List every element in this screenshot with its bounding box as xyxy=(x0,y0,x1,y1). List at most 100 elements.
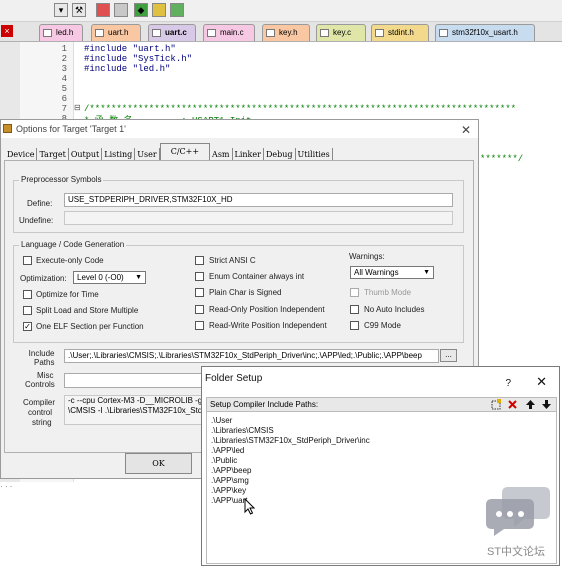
tab-main-c[interactable]: main.c xyxy=(203,24,255,41)
help-icon[interactable]: ? xyxy=(505,372,511,396)
tab-label: uart.c xyxy=(165,28,187,37)
enum-int-checkbox[interactable] xyxy=(195,272,204,281)
options-tab-strip: Device Target Output Listing User C/C++ Asm Lin… xyxy=(5,143,333,161)
tab-uart-h[interactable]: uart.h xyxy=(91,24,141,41)
tab-label: uart.h xyxy=(108,28,129,37)
code-line[interactable]: #include "SysTick.h" xyxy=(84,54,192,64)
tab-label: stdint.h xyxy=(388,28,414,37)
list-item[interactable]: .\Libraries\STM32F10x_StdPeriph_Driver\i… xyxy=(211,436,370,445)
optimization-select[interactable]: Level 0 (-O0) ▼ xyxy=(73,271,146,284)
close-tab-icon[interactable]: × xyxy=(1,25,13,37)
thumb-mode-label: Thumb Mode xyxy=(364,288,412,297)
tab-label: stm32f10x_usart.h xyxy=(452,28,518,37)
plain-char-checkbox[interactable] xyxy=(195,288,204,297)
line-number: 2 xyxy=(61,54,67,64)
fold-marker-icon[interactable]: ⊟ xyxy=(74,103,81,112)
new-folder-icon[interactable] xyxy=(491,399,502,410)
strict-ansi-checkbox[interactable] xyxy=(195,256,204,265)
execute-only-label: Execute-only Code xyxy=(36,256,104,265)
tab-key-c[interactable]: key.c xyxy=(316,24,366,41)
diamond-icon[interactable]: ◆ xyxy=(134,3,148,17)
compiler-label-line: Compiler xyxy=(23,398,56,407)
rw-position-checkbox[interactable] xyxy=(195,321,204,330)
include-paths-header-label: Setup Compiler Include Paths: xyxy=(210,400,319,409)
tab-led-h[interactable]: led.h xyxy=(39,24,83,41)
close-icon[interactable]: ✕ xyxy=(536,370,547,394)
thumb-mode-checkbox[interactable] xyxy=(350,288,359,297)
preprocessor-group: Preprocessor Symbols Define: USE_STDPERI… xyxy=(13,175,464,233)
tab-key-h[interactable]: key.h xyxy=(262,24,310,41)
language-group: Language / Code Generation Execute-only … xyxy=(13,240,464,343)
load-icon[interactable] xyxy=(96,3,110,17)
list-item[interactable]: .\APP\key xyxy=(211,486,246,495)
ro-position-checkbox[interactable] xyxy=(195,305,204,314)
list-item[interactable]: .\APP\beep xyxy=(211,466,251,475)
pack-installer-icon[interactable] xyxy=(170,3,184,17)
preprocessor-group-label: Preprocessor Symbols xyxy=(19,175,104,184)
delete-icon[interactable] xyxy=(507,399,518,410)
language-group-label: Language / Code Generation xyxy=(19,240,127,249)
one-elf-checkbox[interactable]: ✓ xyxy=(23,322,32,331)
rw-position-label: Read-Write Position Independent xyxy=(209,321,327,330)
tab-stdint-h[interactable]: stdint.h xyxy=(371,24,429,41)
file-tabs: × led.h uart.h uart.c main.c key.h key.c… xyxy=(0,22,562,42)
no-auto-includes-checkbox[interactable] xyxy=(350,305,359,314)
define-input[interactable]: USE_STDPERIPH_DRIVER,STM32F10X_HD xyxy=(64,193,453,207)
execute-only-checkbox[interactable] xyxy=(23,256,32,265)
line-number: 1 xyxy=(61,44,67,54)
line-number: 5 xyxy=(61,84,67,94)
watermark-text: ST中文论坛 xyxy=(487,546,546,558)
file-icon xyxy=(207,29,216,37)
tab-uart-c[interactable]: uart.c xyxy=(148,24,196,41)
strict-ansi-label: Strict ANSI C xyxy=(209,256,256,265)
manage-icon[interactable] xyxy=(152,3,166,17)
misc-controls-input[interactable] xyxy=(64,373,204,388)
list-item[interactable]: .\APP\led xyxy=(211,446,244,455)
undefine-input[interactable] xyxy=(64,211,453,225)
define-label: Define: xyxy=(27,199,53,208)
toolbar: ▾ ⚒ ◆ xyxy=(0,0,562,22)
warnings-value: All Warnings xyxy=(354,268,399,277)
dropdown-icon[interactable]: ▾ xyxy=(54,3,68,17)
folder-setup-title: Folder Setup xyxy=(205,373,263,384)
enum-int-label: Enum Container always int xyxy=(209,272,305,281)
no-auto-includes-label: No Auto Includes xyxy=(364,305,425,314)
list-item[interactable]: .\User xyxy=(211,416,232,425)
plain-char-label: Plain Char is Signed xyxy=(209,288,282,297)
include-label-line: Paths xyxy=(34,358,55,367)
tab-c-cpp[interactable]: C/C++ xyxy=(159,143,211,160)
list-item[interactable]: .\APP\smg xyxy=(211,476,249,485)
split-load-checkbox[interactable] xyxy=(23,306,32,315)
optimize-time-label: Optimize for Time xyxy=(36,290,99,299)
one-elf-label: One ELF Section per Function xyxy=(36,322,144,331)
options-dialog-title: Options for Target 'Target 1' xyxy=(16,124,126,134)
misc-controls-label: Misc Controls xyxy=(25,371,55,389)
misc-label-line: Controls xyxy=(25,380,55,389)
line-number: 7 xyxy=(61,104,67,114)
warnings-select[interactable]: All Warnings ▼ xyxy=(350,266,434,279)
c99-mode-checkbox[interactable] xyxy=(350,321,359,330)
ro-position-label: Read-Only Position Independent xyxy=(209,305,325,314)
optimize-time-checkbox[interactable] xyxy=(23,290,32,299)
include-paths-header: Setup Compiler Include Paths: xyxy=(206,397,557,412)
compiler-control-string: -c --cpu Cortex-M3 -D__MICROLIB -g \CMSI… xyxy=(64,395,204,425)
stack-icon[interactable] xyxy=(114,3,128,17)
ok-button[interactable]: OK xyxy=(125,453,192,474)
list-item[interactable]: .\APP\uart xyxy=(211,496,247,505)
magic-wand-icon[interactable]: ⚒ xyxy=(72,3,86,17)
status-dots: · · · xyxy=(0,482,13,491)
list-item[interactable]: .\Public xyxy=(211,456,237,465)
undefine-label: Undefine: xyxy=(19,216,54,225)
code-line[interactable]: #include "uart.h" xyxy=(84,44,176,54)
tab-label: main.c xyxy=(220,28,244,37)
close-icon[interactable]: ✕ xyxy=(461,121,471,139)
list-item[interactable]: .\Libraries\CMSIS xyxy=(211,426,274,435)
tab-stm32f10x-usart-h[interactable]: stm32f10x_usart.h xyxy=(435,24,535,41)
misc-label-line: Misc xyxy=(37,371,54,380)
code-line[interactable]: #include "led.h" xyxy=(84,64,170,74)
move-up-icon[interactable] xyxy=(525,399,536,410)
include-paths-browse-button[interactable]: ... xyxy=(440,349,457,362)
move-down-icon[interactable] xyxy=(541,399,552,410)
line-number: 6 xyxy=(61,94,67,104)
include-paths-input[interactable]: .\User;.\Libraries\CMSIS;.\Libraries\STM… xyxy=(64,349,439,363)
